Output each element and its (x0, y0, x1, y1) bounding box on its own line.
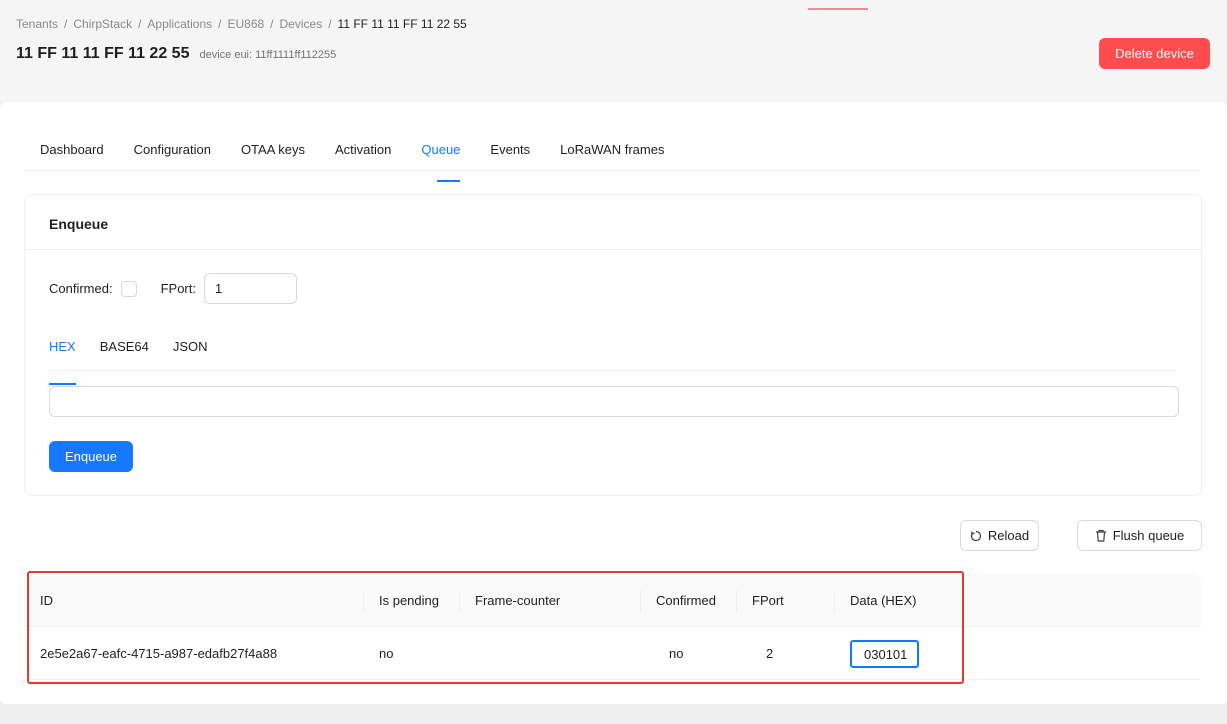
title-row: 11 FF 11 11 FF 11 22 55 device eui: 11ff… (16, 45, 336, 63)
confirmed-checkbox[interactable] (120, 280, 137, 297)
reload-icon (970, 530, 981, 541)
flush-queue-label: Flush queue (1112, 528, 1185, 543)
tab-base64[interactable]: BASE64 (100, 339, 149, 370)
tab-dashboard[interactable]: Dashboard (24, 140, 104, 170)
reload-button[interactable]: Reload (960, 520, 1039, 551)
row-is-pending: no (379, 646, 394, 661)
device-card: Dashboard Configuration OTAA keys Activa… (0, 102, 1227, 704)
row-fport: 2 (766, 646, 774, 661)
column-is-pending: Is pending (379, 593, 439, 608)
reload-label: Reload (987, 528, 1030, 543)
tab-otaa-keys[interactable]: OTAA keys (241, 140, 305, 170)
tab-json[interactable]: JSON (173, 339, 208, 370)
fport-input[interactable] (204, 273, 298, 304)
table-header: ID Is pending Frame-counter Confirmed FP… (24, 574, 1201, 627)
payload-input[interactable] (49, 386, 1179, 417)
row-id: 2e5e2a67-eafc-4715-a987-edafb27f4a88 (40, 646, 278, 661)
breadcrumb-devices[interactable]: Devices (280, 17, 323, 31)
row-confirmed: no (669, 646, 684, 661)
enqueue-form-row: Confirmed: FPort: (49, 273, 298, 304)
row-data-hex: 030101 (850, 640, 919, 668)
device-tabs: Dashboard Configuration OTAA keys Activa… (24, 140, 1201, 182)
column-id: ID (40, 593, 53, 608)
table-row: 2e5e2a67-eafc-4715-a987-edafb27f4a88 no … (24, 627, 1201, 680)
tab-activation[interactable]: Activation (335, 140, 391, 170)
column-data-hex: Data (HEX) (850, 593, 917, 608)
column-confirmed: Confirmed (656, 593, 716, 608)
flush-queue-button[interactable]: Flush queue (1077, 520, 1202, 551)
breadcrumb-tenants[interactable]: Tenants (16, 17, 58, 31)
fport-label: FPort (160, 281, 193, 296)
confirmed-label: Confirmed (49, 281, 109, 296)
page-header: Tenants / ChirpStack / Applications / EU868/De… (0, 0, 1227, 102)
tab-configuration[interactable]: Configuration (134, 140, 211, 170)
trash-icon (1095, 529, 1106, 542)
enqueue-button[interactable]: Enqueue (49, 441, 133, 472)
breadcrumb-current: 11 FF 11 11 FF 11 22 55 (337, 17, 467, 31)
queue-table: ID Is pending Frame-counter Confirmed FP… (24, 574, 1201, 680)
breadcrumb-applications[interactable]: Applications (147, 17, 212, 31)
tab-lorawan-frames[interactable]: LoRaWAN frames (560, 140, 664, 170)
enqueue-card-title: Enqueue (25, 195, 1201, 250)
enqueue-card: Enqueue Confirmed: FPort: HEX BASE64 JSO… (24, 194, 1202, 496)
page-title: 11 FF 11 11 FF 11 22 55 (16, 45, 190, 62)
tab-hex[interactable]: HEX (49, 339, 76, 385)
delete-device-button[interactable]: Delete device (1099, 38, 1210, 69)
loading-indicator (808, 8, 868, 10)
tab-queue[interactable]: Queue (421, 140, 461, 182)
breadcrumb: Tenants / ChirpStack / Applications / EU868/De… (16, 17, 467, 31)
payload-format-tabs: HEX BASE64 JSON (49, 339, 1177, 385)
column-frame-counter: Frame-counter (475, 593, 561, 608)
column-fport: FPort (752, 593, 784, 608)
breadcrumb-eu868[interactable]: EU868 (227, 17, 264, 31)
breadcrumb-chirpstack[interactable]: ChirpStack (73, 17, 132, 31)
tab-events[interactable]: Events (490, 140, 530, 170)
device-eui-subtitle: device eui: 11ff1111ff112255 (199, 49, 337, 61)
